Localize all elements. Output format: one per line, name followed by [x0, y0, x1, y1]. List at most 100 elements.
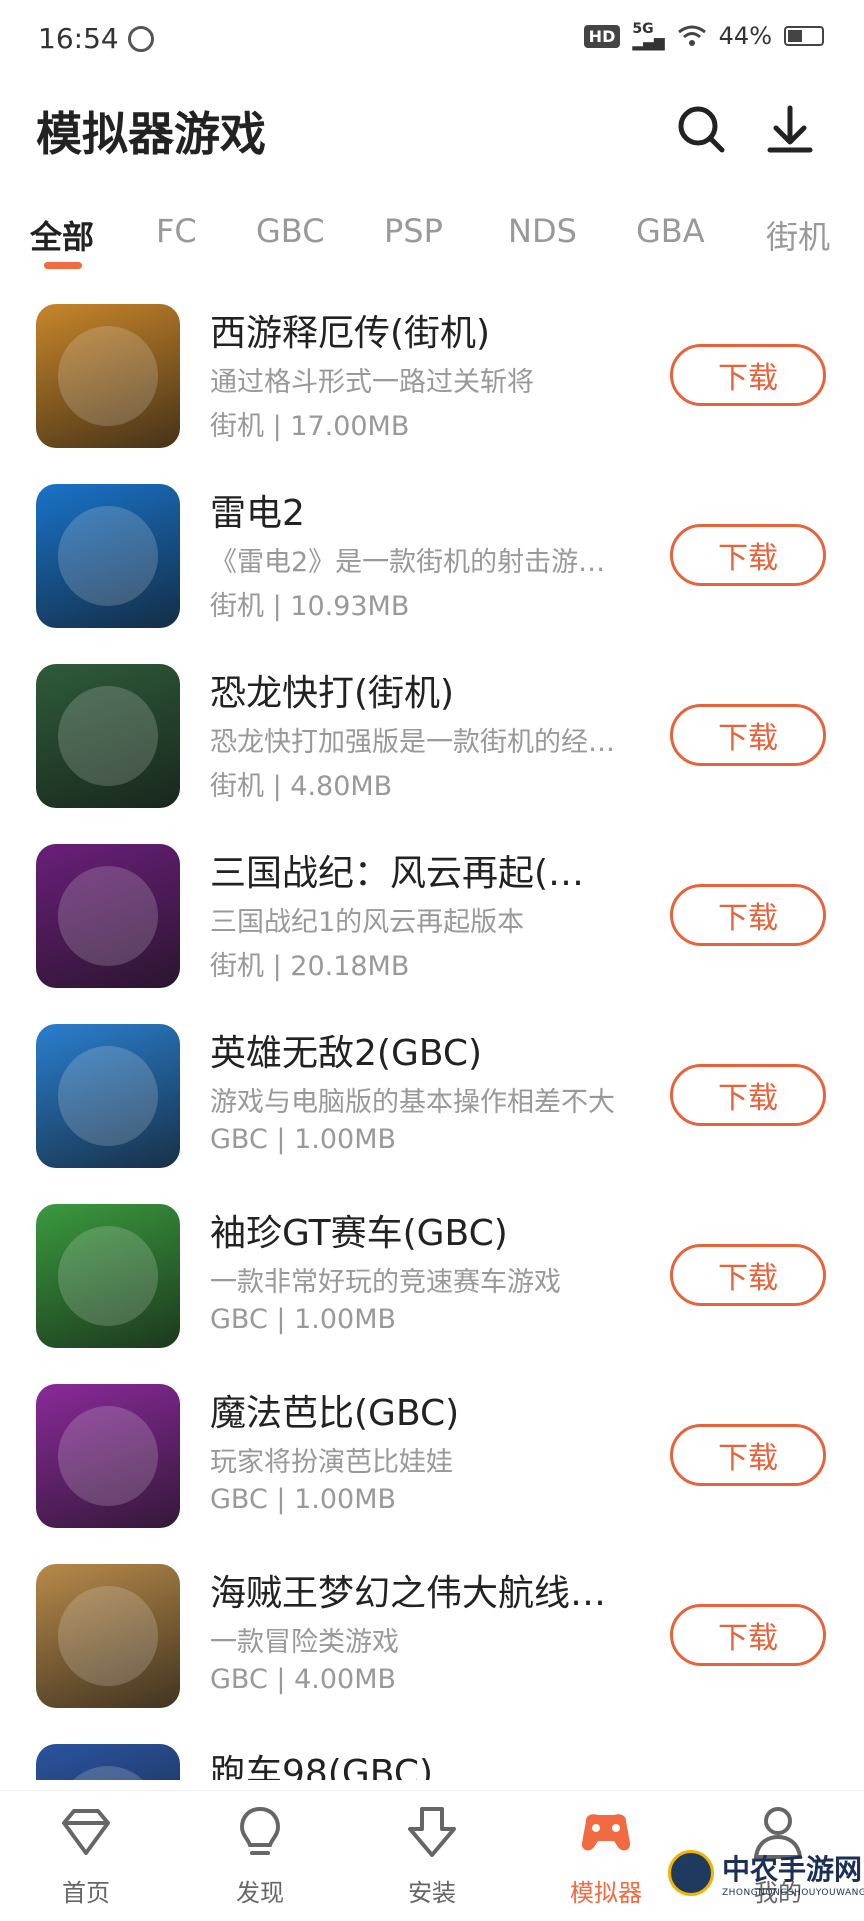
game-description: 游戏与电脑版的基本操作相差不大 — [210, 1087, 615, 1118]
download-button[interactable]: 下载 — [670, 344, 826, 406]
game-thumbnail — [36, 844, 180, 988]
roadsters-logo-icon — [58, 1766, 158, 1780]
game-meta: GBC | 1.00MB — [210, 1484, 397, 1515]
tab-all[interactable]: 全部 — [30, 212, 94, 258]
warrior-icon — [58, 866, 158, 966]
game-thumbnail — [36, 1204, 180, 1348]
game-title: 跑车98(GBC) — [210, 1753, 433, 1780]
download-button[interactable]: 下载 — [670, 1604, 826, 1666]
game-meta: 街机 | 4.80MB — [210, 771, 393, 802]
nav-install[interactable]: 安装 — [372, 1803, 492, 1913]
category-tabs: 全部 FC GBC PSP NDS GBA 街机 — [0, 204, 864, 284]
download-button[interactable]: 下载 — [670, 1064, 826, 1126]
game-description: 玩家将扮演芭比娃娃 — [210, 1447, 453, 1478]
race-car-icon — [58, 1226, 158, 1326]
download-button[interactable]: 下载 — [670, 704, 826, 766]
game-meta: 街机 | 17.00MB — [210, 411, 410, 442]
search-button[interactable] — [670, 98, 734, 162]
list-item[interactable]: 跑车98(GBC) 下载 — [0, 1734, 864, 1780]
download-manager-button[interactable] — [758, 98, 822, 162]
wifi-icon — [677, 25, 706, 46]
tab-gbc[interactable]: GBC — [256, 212, 325, 250]
game-description: 一款冒险类游戏 — [210, 1627, 399, 1658]
battery-icon — [784, 26, 824, 46]
tab-psp[interactable]: PSP — [384, 212, 443, 250]
tab-fc[interactable]: FC — [156, 212, 197, 250]
watermark-subtext: ZHONGNONGSHOUYOUWANG — [722, 1888, 864, 1898]
nav-label: 安装 — [408, 1879, 456, 1907]
search-icon — [678, 106, 725, 153]
hd-icon: HD — [583, 24, 621, 48]
gamepad-icon — [581, 1814, 631, 1851]
app-header: 模拟器游戏 — [0, 84, 864, 204]
game-thumbnail — [36, 304, 180, 448]
list-item[interactable]: 西游释厄传(街机) 通过格斗形式一路过关斩将 街机 | 17.00MB 下载 — [0, 294, 864, 474]
page-title: 模拟器游戏 — [36, 107, 266, 161]
status-indicators: HD 5G ▂▄▆ 44% — [583, 21, 824, 51]
status-bar: 16:54 HD 5G ▂▄▆ 44% — [0, 0, 864, 84]
download-icon — [767, 105, 813, 153]
game-thumbnail — [36, 1384, 180, 1528]
game-title: 雷电2 — [210, 493, 305, 534]
nav-home[interactable]: 首页 — [26, 1803, 146, 1913]
raiden-logo-icon — [58, 506, 158, 606]
list-item[interactable]: 雷电2 《雷电2》是一款街机的射击游… 街机 | 10.93MB 下载 — [0, 474, 864, 654]
game-title: 西游释厄传(街机) — [210, 313, 491, 354]
game-description: 恐龙快打加强版是一款街机的经… — [210, 727, 615, 758]
status-time: 16:54 — [38, 22, 119, 55]
nav-label: 首页 — [62, 1879, 110, 1907]
monkey-king-icon — [58, 326, 158, 426]
list-item[interactable]: 三国战纪：风云再起(… 三国战纪1的风云再起版本 街机 | 20.18MB 下载 — [0, 834, 864, 1014]
game-title: 袖珍GT赛车(GBC) — [210, 1213, 508, 1254]
game-description: 三国战纪1的风云再起版本 — [210, 907, 525, 938]
game-description: 一款非常好玩的竞速赛车游戏 — [210, 1267, 561, 1298]
magic-genie-icon — [58, 1406, 158, 1506]
nav-discover[interactable]: 发现 — [200, 1803, 320, 1913]
signal-icon: 5G ▂▄▆ — [632, 21, 665, 51]
game-description: 《雷电2》是一款街机的射击游… — [210, 547, 606, 578]
game-title: 英雄无敌2(GBC) — [210, 1033, 483, 1074]
install-arrow-icon — [408, 1807, 456, 1857]
watermark-logo-icon — [668, 1850, 714, 1896]
watermark: 中农手游网 ZHONGNONGSHOUYOUWANG — [660, 1846, 864, 1916]
download-button[interactable]: 下载 — [670, 1424, 826, 1486]
tab-arcade[interactable]: 街机 — [766, 212, 830, 258]
game-thumbnail — [36, 484, 180, 628]
game-thumbnail — [36, 1564, 180, 1708]
nav-emulator[interactable]: 模拟器 — [546, 1803, 666, 1913]
heroes-logo-icon — [58, 1046, 158, 1146]
download-button[interactable]: 下载 — [670, 1244, 826, 1306]
game-meta: 街机 | 20.18MB — [210, 951, 410, 982]
list-item[interactable]: 海贼王梦幻之伟大航线… 一款冒险类游戏 GBC | 4.00MB 下载 — [0, 1554, 864, 1734]
download-button[interactable]: 下载 — [670, 524, 826, 586]
home-diamond-icon — [62, 1809, 110, 1855]
fighters-icon — [58, 686, 158, 786]
game-title: 魔法芭比(GBC) — [210, 1393, 460, 1434]
nav-label: 模拟器 — [570, 1879, 642, 1907]
tab-nds[interactable]: NDS — [508, 212, 577, 250]
list-item[interactable]: 魔法芭比(GBC) 玩家将扮演芭比娃娃 GBC | 1.00MB 下载 — [0, 1374, 864, 1554]
game-meta: GBC | 1.00MB — [210, 1304, 397, 1335]
watermark-text: 中农手游网 — [722, 1853, 863, 1886]
tab-gba[interactable]: GBA — [636, 212, 705, 250]
game-list: 西游释厄传(街机) 通过格斗形式一路过关斩将 街机 | 17.00MB 下载 雷… — [0, 294, 864, 1780]
game-thumbnail — [36, 1024, 180, 1168]
battery-percent: 44% — [718, 22, 772, 50]
one-piece-logo-icon — [58, 1586, 158, 1686]
nav-label: 发现 — [236, 1879, 284, 1907]
game-title: 海贼王梦幻之伟大航线… — [210, 1573, 607, 1614]
download-button[interactable]: 下载 — [670, 884, 826, 946]
game-meta: GBC | 1.00MB — [210, 1124, 397, 1155]
network-type: 5G — [632, 21, 654, 37]
game-meta: 街机 | 10.93MB — [210, 591, 410, 622]
list-item[interactable]: 英雄无敌2(GBC) 游戏与电脑版的基本操作相差不大 GBC | 1.00MB … — [0, 1014, 864, 1194]
list-item[interactable]: 恐龙快打(街机) 恐龙快打加强版是一款街机的经… 街机 | 4.80MB 下载 — [0, 654, 864, 834]
notification-icon — [128, 26, 154, 52]
game-title: 恐龙快打(街机) — [210, 673, 455, 714]
game-title: 三国战纪：风云再起(… — [210, 853, 585, 894]
game-thumbnail — [36, 664, 180, 808]
list-item[interactable]: 袖珍GT赛车(GBC) 一款非常好玩的竞速赛车游戏 GBC | 1.00MB 下… — [0, 1194, 864, 1374]
game-thumbnail — [36, 1744, 180, 1780]
game-meta: GBC | 4.00MB — [210, 1664, 397, 1695]
lightbulb-icon — [239, 1806, 281, 1855]
